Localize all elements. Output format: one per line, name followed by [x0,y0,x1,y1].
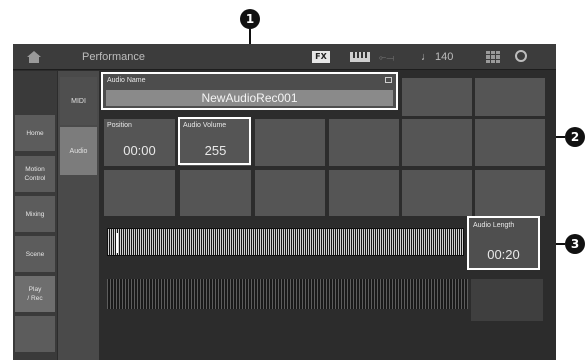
usb-icon: ⟜⟞ [379,52,395,62]
left-nav: Home Motion Control Mixing Scene Play / … [13,71,57,360]
audio-name-field[interactable]: Audio Name NewAudioRec001 [101,72,398,110]
tempo-display[interactable]: ♩ 140 [421,44,453,70]
empty-cell [104,170,175,216]
empty-cell [402,78,472,116]
position-value: 00:00 [123,143,156,158]
empty-cell [402,170,472,216]
empty-cell [255,170,325,216]
settings-icon[interactable] [515,50,527,62]
tab-midi[interactable]: MIDI [60,77,97,125]
audio-volume-highlight [178,117,251,165]
keyboard-icon [350,52,370,62]
nav-motion-control[interactable]: Motion Control [15,156,55,192]
empty-cell [475,78,545,116]
empty-cell [402,119,472,166]
tab-audio[interactable]: Audio [60,127,97,175]
waveform-overview[interactable] [107,279,468,309]
home-icon[interactable] [27,51,41,63]
audio-name-label: Audio Name [107,77,146,84]
empty-cell [475,170,545,216]
position-label: Position [107,122,132,129]
nav-mixing[interactable]: Mixing [15,196,55,232]
grid-icon[interactable] [486,51,500,63]
callout-3: 3 [565,234,585,254]
empty-cell [180,170,251,216]
callout-2: 2 [565,127,585,147]
audio-name-value: NewAudioRec001 [106,90,393,106]
empty-cell [255,119,325,166]
empty-cell [471,279,543,321]
audio-length-highlight [467,216,540,270]
nav-home[interactable]: Home [15,115,55,151]
waveform-display[interactable] [107,228,464,256]
position-cell[interactable]: Position 00:00 [104,119,175,166]
nav-scene[interactable]: Scene [15,236,55,272]
nav-empty [15,316,55,352]
sub-nav: MIDI Audio [58,71,99,360]
callout-1: 1 [240,9,260,29]
fx-badge[interactable]: FX [312,51,330,63]
page-title: Performance [82,51,145,63]
keyboard-edit-icon[interactable] [385,77,392,83]
playhead-cursor[interactable] [116,233,118,253]
empty-cell [329,170,399,216]
nav-play-rec[interactable]: Play / Rec [15,276,55,312]
title-bar: Performance FX ⟜⟞ ♩ 140 [13,44,556,70]
empty-cell [329,119,399,166]
empty-cell [475,119,545,166]
